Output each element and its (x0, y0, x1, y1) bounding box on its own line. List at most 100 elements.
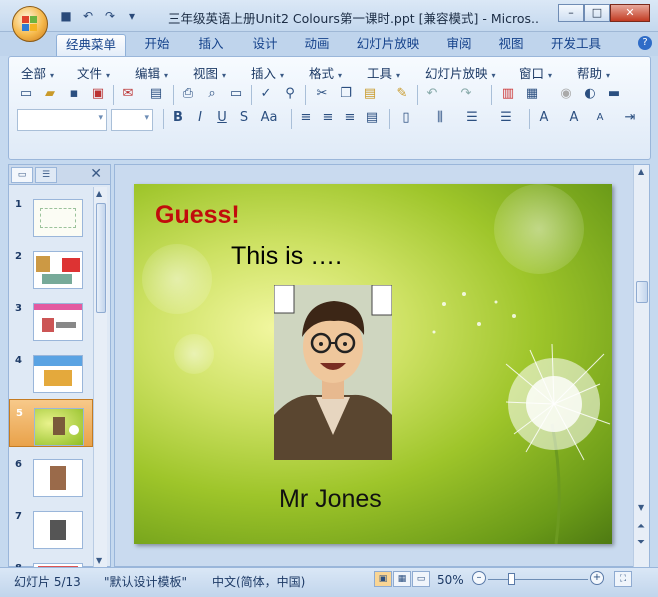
table-icon[interactable]: ▦ (523, 85, 541, 103)
menu-all[interactable]: 全部 (21, 63, 54, 82)
tab-design[interactable]: 设计 (242, 34, 288, 56)
tab-view[interactable]: 视图 (488, 34, 534, 56)
align-right-icon[interactable]: ≡ (341, 109, 359, 127)
scroll-down-icon[interactable]: ▼ (96, 556, 102, 565)
print-preview-icon[interactable]: ⌕ (203, 85, 221, 103)
menu-help[interactable]: 帮助 (577, 63, 610, 82)
font-size-combo[interactable] (111, 109, 153, 131)
thumbnail-7[interactable]: 7 (9, 503, 93, 553)
zoom-level[interactable]: 50% (437, 573, 464, 587)
shrink-font-icon[interactable]: A (591, 109, 609, 127)
color-view-icon[interactable]: ▬ (605, 85, 623, 103)
open-icon[interactable]: ▰ (41, 85, 59, 103)
menu-window[interactable]: 窗口 (519, 63, 552, 82)
underline-button[interactable]: U (213, 109, 231, 127)
menu-edit[interactable]: 编辑 (135, 63, 168, 82)
zoom-out-icon[interactable]: – (472, 571, 486, 585)
cut-icon[interactable]: ✂ (313, 85, 331, 103)
research-icon[interactable]: ⚲ (281, 85, 299, 103)
editor-scrollbar[interactable]: ▲ ▼ ⏶ ⏷ (633, 165, 649, 568)
thumbnail-2[interactable]: 2 (9, 243, 93, 293)
menu-insert[interactable]: 插入 (251, 63, 284, 82)
undo-icon[interactable]: ↶ (80, 8, 96, 24)
thumbnail-3[interactable]: 3 (9, 295, 93, 345)
new-icon[interactable]: ▭ (17, 85, 35, 103)
close-button[interactable]: ✕ (610, 4, 650, 22)
redo-icon[interactable]: ↷ (457, 85, 475, 103)
customize-qat-icon[interactable]: ▾ (124, 8, 140, 24)
save-icon[interactable]: ■ (58, 8, 74, 24)
zoom-slider[interactable] (488, 573, 588, 585)
change-case-button[interactable]: Aa (257, 109, 281, 127)
slide-sorter-icon[interactable]: ▦ (393, 571, 411, 587)
numbering-icon[interactable]: ☰ (463, 109, 481, 127)
redo-icon[interactable]: ↷ (102, 8, 118, 24)
permission-icon[interactable]: ▣ (89, 85, 107, 103)
undo-icon[interactable]: ↶ (423, 85, 441, 103)
zoom-slider-handle[interactable] (508, 573, 515, 585)
menu-format[interactable]: 格式 (309, 63, 342, 82)
outline-tab-icon[interactable]: ☰ (35, 167, 57, 183)
close-pane-icon[interactable]: ✕ (90, 166, 102, 182)
thumbnail-8[interactable]: 8 (9, 555, 93, 567)
current-slide[interactable]: Guess! This is …. Mr Jones (134, 184, 612, 544)
slideshow-view-icon[interactable]: ▭ (412, 571, 430, 587)
grayscale-icon[interactable]: ◐ (581, 85, 599, 103)
slides-tab-icon[interactable]: ▭ (11, 167, 33, 183)
pane-scrollbar[interactable]: ▲ ▼ (93, 187, 107, 567)
justify-icon[interactable]: ▤ (363, 109, 381, 127)
formatting-toolbar: B I U S Aa ≡ ≡ ≡ ▤ ▯ ⫼ ☰ ☰ A A A ⇥ (17, 109, 647, 133)
grow-font-icon[interactable]: A (565, 109, 583, 127)
next-slide-icon[interactable]: ⏷ (637, 537, 645, 548)
tab-animation[interactable]: 动画 (294, 34, 340, 56)
menu-tools[interactable]: 工具 (367, 63, 400, 82)
align-left-icon[interactable]: ≡ (297, 109, 315, 127)
thumbnail-6[interactable]: 6 (9, 451, 93, 501)
scroll-up-icon[interactable]: ▲ (96, 189, 102, 198)
language-indicator[interactable]: 中文(简体，中国) (212, 573, 305, 590)
menu-view[interactable]: 视图 (193, 63, 226, 82)
format-painter-icon[interactable]: ✎ (393, 85, 411, 103)
bold-button[interactable]: B (169, 109, 187, 127)
thumbnail-5[interactable]: 5 (9, 399, 93, 447)
pdf-icon[interactable]: ▤ (147, 85, 165, 103)
indent-icon[interactable]: ⇥ (621, 109, 639, 127)
shadow-button[interactable]: S (235, 109, 253, 127)
thumbnail-4[interactable]: 4 (9, 347, 93, 397)
maximize-button[interactable]: □ (584, 4, 610, 22)
email-icon[interactable]: ✉ (119, 85, 137, 103)
scroll-down-icon[interactable]: ▼ (638, 503, 644, 512)
align-center-icon[interactable]: ≡ (319, 109, 337, 127)
view-icon[interactable]: ▭ (227, 85, 245, 103)
font-color-icon[interactable]: A (535, 109, 553, 127)
office-button[interactable] (12, 6, 48, 42)
tab-insert[interactable]: 插入 (188, 34, 234, 56)
zoom-in-icon[interactable]: + (590, 571, 604, 585)
tab-slideshow[interactable]: 幻灯片放映 (350, 34, 426, 56)
tab-classic-menu[interactable]: 经典菜单 (56, 34, 126, 56)
tab-review[interactable]: 审阅 (436, 34, 482, 56)
print-icon[interactable]: ⎙ (179, 85, 197, 103)
text-box-icon[interactable]: ▯ (397, 109, 415, 127)
italic-button[interactable]: I (191, 109, 209, 127)
fit-to-window-icon[interactable]: ⛶ (614, 571, 632, 587)
previous-slide-icon[interactable]: ⏶ (637, 521, 645, 532)
copy-icon[interactable]: ❐ (337, 85, 355, 103)
save-icon[interactable]: ▪ (65, 85, 83, 103)
bullets-icon[interactable]: ☰ (497, 109, 515, 127)
font-name-combo[interactable] (17, 109, 107, 131)
spelling-icon[interactable]: ✓ (257, 85, 275, 103)
normal-view-icon[interactable]: ▣ (374, 571, 392, 587)
chart-icon[interactable]: ▥ (499, 85, 517, 103)
thumbnail-1[interactable]: 1 (9, 191, 93, 241)
minimize-button[interactable]: – (558, 4, 584, 22)
tab-developer[interactable]: 开发工具 (543, 34, 609, 56)
scroll-up-icon[interactable]: ▲ (638, 167, 644, 176)
menu-file[interactable]: 文件 (77, 63, 110, 82)
columns-icon[interactable]: ⫼ (431, 109, 449, 127)
hyperlink-icon[interactable]: ◉ (557, 85, 575, 103)
help-icon[interactable]: ? (638, 36, 652, 50)
menu-slideshow[interactable]: 幻灯片放映 (425, 63, 496, 82)
paste-icon[interactable]: ▤ (361, 85, 379, 103)
tab-home[interactable]: 开始 (134, 34, 180, 56)
